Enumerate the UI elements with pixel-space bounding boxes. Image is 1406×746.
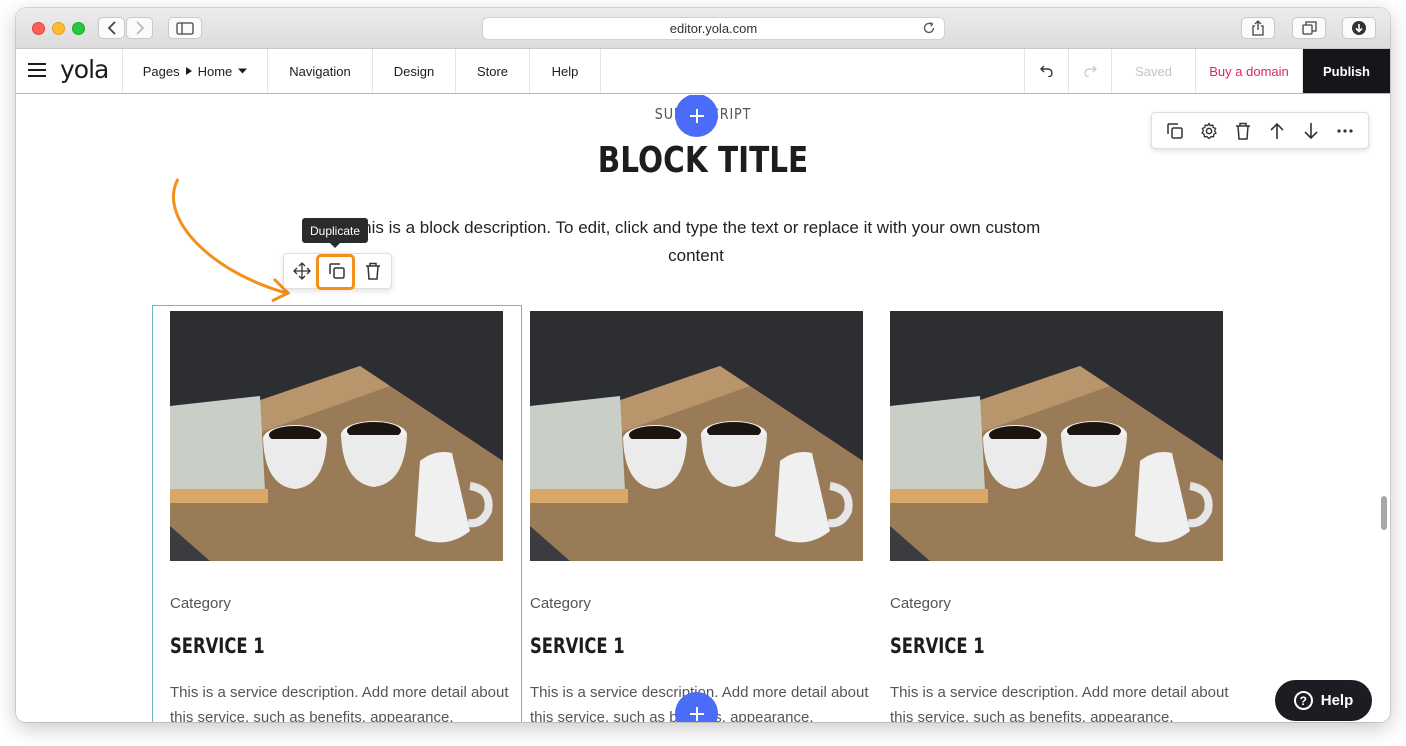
duplicate-icon[interactable] [1163, 119, 1187, 143]
question-icon: ? [1293, 691, 1313, 710]
toolbar-spacer [601, 49, 1025, 93]
undo-icon [1039, 65, 1053, 77]
chevron-right-icon [135, 21, 144, 35]
scrollbar-thumb[interactable] [1381, 496, 1387, 530]
triangle-right-icon [185, 67, 192, 75]
gear-icon[interactable] [1197, 119, 1221, 143]
card-title[interactable]: SERVICE 1 [170, 634, 430, 658]
close-window-button[interactable] [32, 22, 45, 35]
plus-icon [689, 706, 704, 721]
address-bar[interactable]: editor.yola.com [482, 17, 945, 40]
nav-item-store[interactable]: Store [456, 49, 530, 93]
card-title[interactable]: SERVICE 1 [530, 634, 790, 658]
block-description[interactable]: This is a block description. To edit, cl… [346, 214, 1046, 270]
nav-item-design[interactable]: Design [373, 49, 456, 93]
service-card[interactable]: Category SERVICE 1 This is a service des… [170, 311, 509, 722]
undo-button[interactable] [1025, 49, 1069, 93]
duplicate-tooltip: Duplicate [302, 218, 369, 248]
nav-item-help[interactable]: Help [530, 49, 601, 93]
buy-domain-link[interactable]: Buy a domain [1196, 49, 1303, 93]
forward-button[interactable] [126, 17, 153, 39]
card-category[interactable]: Category [170, 595, 503, 612]
download-icon [1352, 21, 1366, 35]
card-description[interactable]: This is a service description. Add more … [890, 680, 1230, 722]
sidebar-toggle-button[interactable] [168, 17, 202, 39]
service-card[interactable]: Category SERVICE 1 This is a service des… [890, 311, 1229, 722]
nav-item-navigation[interactable]: Navigation [268, 49, 373, 93]
move-icon[interactable] [290, 259, 314, 283]
browser-titlebar: editor.yola.com [16, 8, 1390, 49]
share-button[interactable] [1241, 17, 1275, 39]
redo-button[interactable] [1069, 49, 1112, 93]
service-card[interactable]: Category SERVICE 1 This is a service des… [530, 311, 869, 722]
sidebar-icon [176, 21, 194, 35]
downloads-button[interactable] [1342, 17, 1376, 39]
card-category[interactable]: Category [530, 595, 863, 612]
service-photo[interactable] [890, 311, 1223, 561]
card-category[interactable]: Category [890, 595, 1223, 612]
trash-icon[interactable] [1231, 119, 1255, 143]
saved-status: Saved [1112, 49, 1196, 93]
reload-icon[interactable] [922, 21, 936, 38]
share-icon [1252, 20, 1264, 36]
help-widget-button[interactable]: ? Help [1275, 680, 1372, 721]
pages-dropdown[interactable]: Pages Home [123, 49, 268, 93]
block-toolbar [1151, 112, 1369, 149]
duplicate-highlight [316, 254, 355, 290]
chevron-left-icon [107, 21, 116, 35]
more-icon[interactable] [1333, 119, 1357, 143]
url-text: editor.yola.com [669, 21, 758, 36]
menu-and-logo: yola [16, 49, 123, 93]
pages-label: Pages [142, 63, 180, 79]
minimize-window-button[interactable] [52, 22, 65, 35]
hamburger-menu-icon[interactable] [28, 62, 46, 80]
add-block-above-button[interactable] [675, 95, 718, 137]
card-title[interactable]: SERVICE 1 [890, 634, 1150, 658]
plus-icon [689, 108, 704, 123]
arrow-down-icon[interactable] [1299, 119, 1323, 143]
editor-toolbar: yola Pages Home Navigation Design Store … [16, 49, 1390, 94]
trash-icon[interactable] [361, 259, 385, 283]
browser-window: editor.yola.com yola Pages Home Navigati… [16, 8, 1390, 722]
service-photo[interactable] [170, 311, 503, 561]
tabs-button[interactable] [1292, 17, 1326, 39]
maximize-window-button[interactable] [72, 22, 85, 35]
arrow-up-icon[interactable] [1265, 119, 1289, 143]
current-page-label: Home [197, 63, 233, 79]
page-canvas: SUPERSCRIPT BLOCK TITLE This is a block … [16, 95, 1390, 722]
yola-logo[interactable]: yola [60, 55, 109, 84]
help-label: Help [1320, 692, 1354, 709]
caret-down-icon [238, 68, 248, 74]
card-description[interactable]: This is a service description. Add more … [170, 680, 510, 722]
back-button[interactable] [98, 17, 125, 39]
redo-icon [1084, 65, 1097, 77]
tabs-icon [1301, 21, 1317, 35]
service-photo[interactable] [530, 311, 863, 561]
publish-button[interactable]: Publish [1303, 49, 1390, 93]
